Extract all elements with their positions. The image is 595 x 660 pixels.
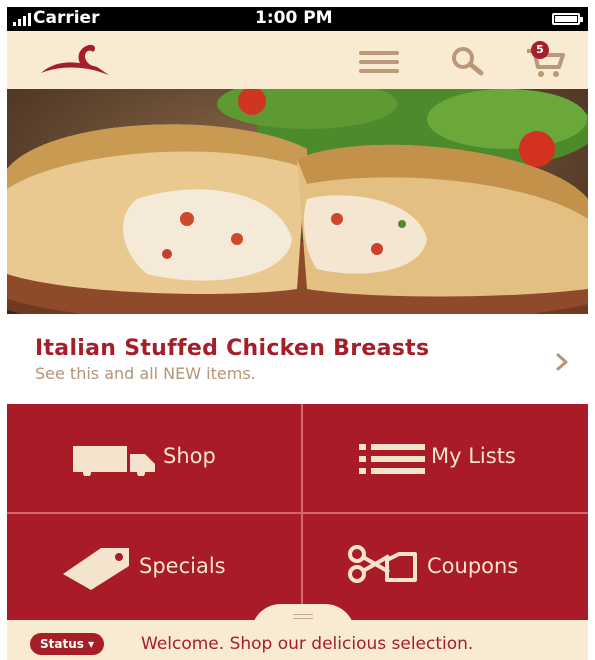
status-bar: Carrier 1:00 PM xyxy=(7,7,588,31)
tile-label-coupons: Coupons xyxy=(427,554,519,578)
status-time: 1:00 PM xyxy=(255,8,333,28)
chevron-right-icon xyxy=(555,352,569,376)
promo-banner[interactable]: Italian Stuffed Chicken Breasts See this… xyxy=(7,314,588,404)
specials-button[interactable]: Specials xyxy=(7,514,296,621)
battery-icon xyxy=(552,13,583,25)
tag-icon xyxy=(63,548,129,590)
signal-icon xyxy=(13,12,31,26)
status-button-label: Status xyxy=(40,637,84,651)
welcome-message: Welcome. Shop our delicious selection. xyxy=(141,634,474,654)
swan-logo-icon[interactable] xyxy=(37,41,117,85)
hamburger-menu-icon[interactable] xyxy=(359,51,399,73)
list-icon xyxy=(359,444,425,474)
drawer-handle[interactable] xyxy=(251,604,355,634)
cart-count-badge: 5 xyxy=(531,41,549,59)
hero-food-image[interactable] xyxy=(7,89,588,314)
chevron-down-icon: ▾ xyxy=(88,637,95,651)
status-dropdown-button[interactable]: Status ▾ xyxy=(30,633,105,655)
carrier-name: Carrier xyxy=(33,8,100,28)
my-lists-button[interactable]: My Lists xyxy=(303,404,588,511)
phone-screen: Carrier 1:00 PM 5 Italian Stuffed Chicke… xyxy=(7,7,588,660)
tile-label-my-lists: My Lists xyxy=(431,444,516,468)
tile-label-specials: Specials xyxy=(139,554,226,578)
grid-divider-horizontal xyxy=(7,512,588,514)
scissors-coupon-icon xyxy=(348,545,417,583)
shop-button[interactable]: Shop xyxy=(7,404,296,511)
nav-grid: Shop My Lists Specials Coupons xyxy=(7,404,588,620)
app-header: 5 xyxy=(7,31,588,89)
tile-label-shop: Shop xyxy=(163,444,216,468)
search-icon[interactable] xyxy=(449,45,489,81)
coupons-button[interactable]: Coupons xyxy=(303,514,588,621)
promo-title: Italian Stuffed Chicken Breasts xyxy=(35,336,430,361)
truck-icon xyxy=(73,446,155,476)
promo-subtitle: See this and all NEW items. xyxy=(35,364,256,383)
